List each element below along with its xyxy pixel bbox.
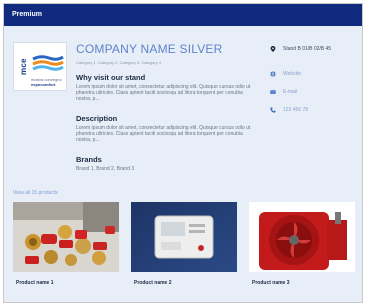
view-all-products-link[interactable]: View all 15 products bbox=[13, 190, 58, 196]
website-text: Website bbox=[283, 71, 301, 77]
logo-mark: mce bbox=[19, 58, 28, 75]
why-visit-text: Lorem ipsum dolor sit amet, consectetur … bbox=[76, 84, 251, 102]
company-logo[interactable]: mce mostra convegno expocomfort bbox=[13, 42, 67, 91]
stand-location: Stand B 01/B 02/B 45 bbox=[270, 46, 331, 52]
why-visit-title: Why visit our stand bbox=[76, 73, 146, 82]
valves-photo bbox=[13, 202, 119, 272]
fan-photo bbox=[249, 202, 355, 272]
stand-text: Stand B 01/B 02/B 45 bbox=[283, 46, 332, 52]
brands-text: Brand 1, Brand 2, Brand 3 bbox=[76, 166, 135, 172]
logo-subtext-line-2: expocomfort bbox=[31, 82, 56, 87]
email-text: E-mail bbox=[283, 89, 298, 95]
product-image-2[interactable] bbox=[131, 202, 237, 272]
map-pin-icon bbox=[270, 46, 276, 52]
company-name[interactable]: COMPANY NAME SILVER bbox=[76, 42, 223, 56]
thermostat-photo bbox=[131, 202, 237, 272]
product-name-1[interactable]: Product name 1 bbox=[13, 280, 119, 286]
phone-link[interactable]: 123 456 78 bbox=[270, 107, 308, 113]
email-link[interactable]: E-mail bbox=[270, 89, 297, 95]
product-name-2[interactable]: Product name 2 bbox=[131, 280, 237, 286]
phone-icon bbox=[270, 107, 276, 113]
envelope-icon bbox=[270, 90, 276, 94]
product-card-1[interactable]: Product name 1 bbox=[13, 202, 119, 286]
product-image-3[interactable] bbox=[249, 202, 355, 272]
globe-icon bbox=[270, 71, 276, 77]
card-content: mce mostra convegno expocomfort COMPANY … bbox=[4, 26, 362, 302]
product-image-1[interactable] bbox=[13, 202, 119, 272]
description-text: Lorem ipsum dolor sit amet, consectetur … bbox=[76, 125, 251, 143]
company-categories: Category 1, Category 2, Category 3, Cate… bbox=[76, 60, 161, 65]
product-card-2[interactable]: Product name 2 bbox=[131, 202, 237, 286]
header-title: Premium bbox=[12, 11, 42, 18]
description-title: Description bbox=[76, 114, 118, 123]
card-header: Premium bbox=[4, 4, 362, 26]
logo-subtext: mostra convegno expocomfort bbox=[31, 77, 62, 87]
exhibitor-card: Premium mce mostra convegno expocomfort … bbox=[3, 3, 363, 303]
product-name-3[interactable]: Product name 3 bbox=[249, 280, 355, 286]
product-card-3[interactable]: Product name 3 bbox=[249, 202, 355, 286]
website-link[interactable]: Website bbox=[270, 71, 301, 77]
logo-waves-icon bbox=[32, 55, 64, 71]
brands-title: Brands bbox=[76, 155, 102, 164]
phone-text: 123 456 78 bbox=[283, 107, 309, 113]
